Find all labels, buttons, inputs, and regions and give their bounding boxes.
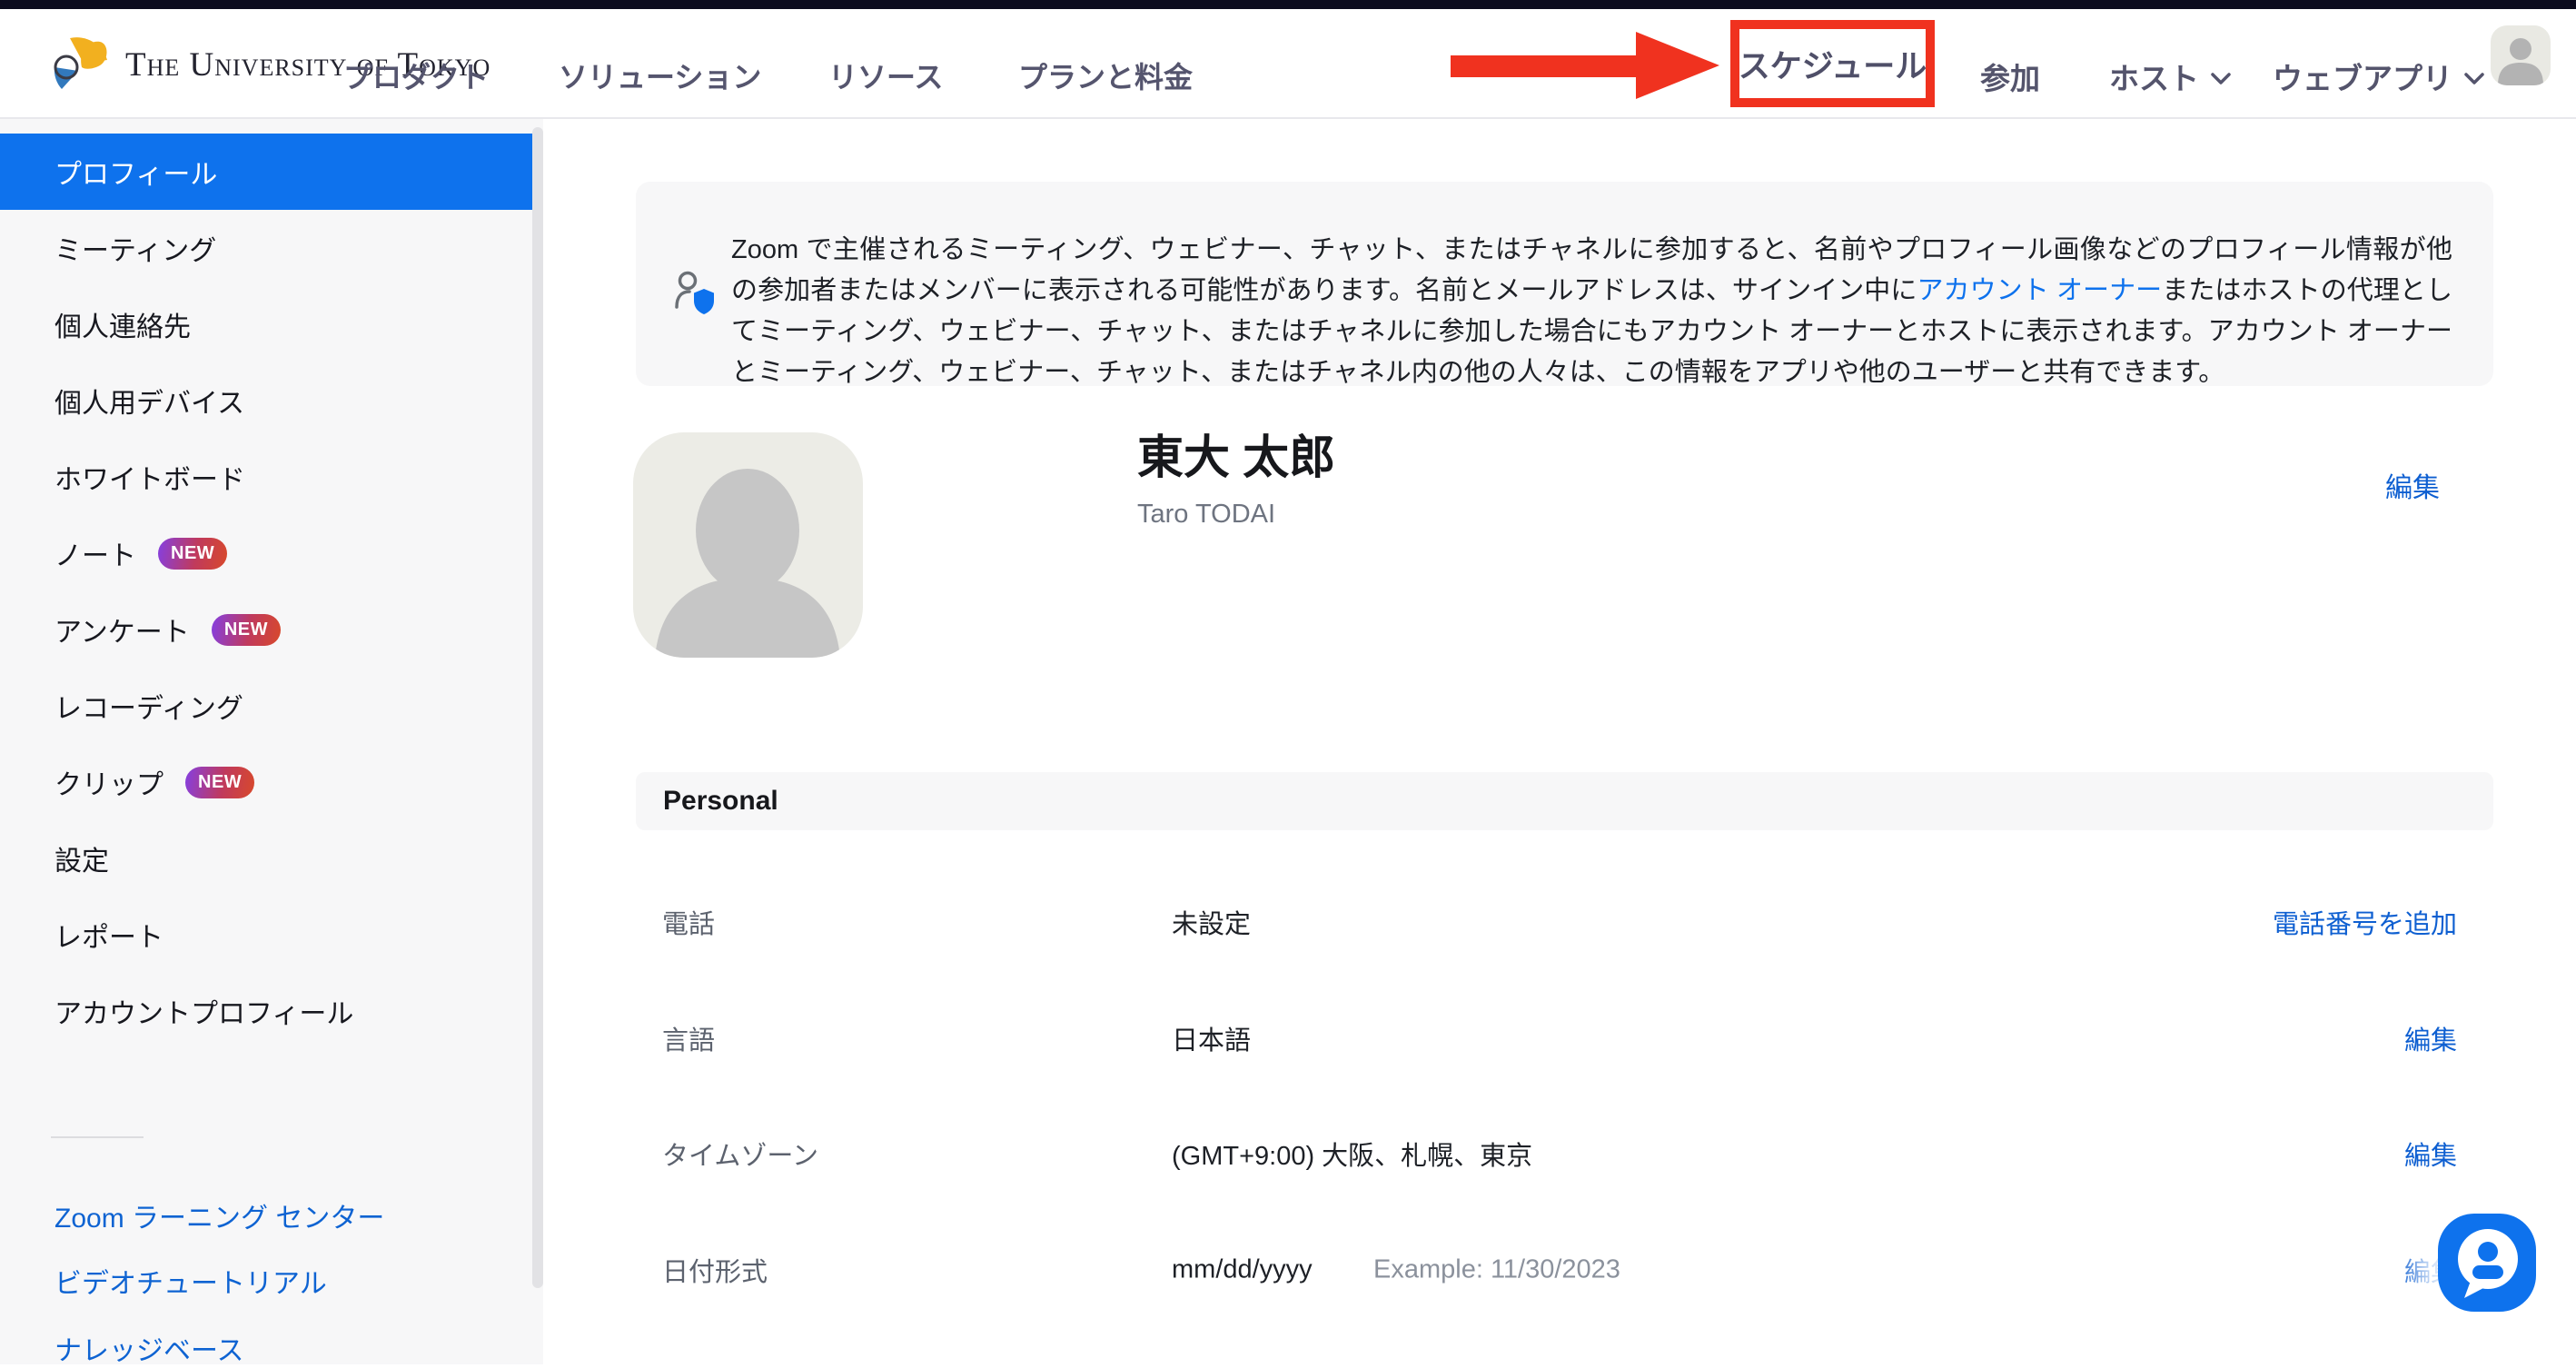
language-value: 日本語 [1172, 1019, 1251, 1057]
sidebar-link-knowledge-base[interactable]: ナレッジベース [54, 1328, 244, 1368]
account-owner-link[interactable]: アカウント オーナー [1917, 276, 2162, 305]
sidebar-item-label: レポート [54, 915, 163, 955]
sidebar-item-label: ミーティング [54, 228, 216, 268]
person-shield-privacy-icon [674, 271, 721, 326]
new-badge: NEW [185, 767, 254, 798]
nav-item-products[interactable]: プロダクト [343, 55, 489, 96]
sidebar-item-label: プロフィール [54, 152, 217, 192]
host-label: ホスト [2109, 55, 2199, 98]
nav-item-solutions[interactable]: ソリューション [559, 55, 761, 96]
phone-label: 電話 [662, 903, 715, 941]
timezone-value: (GMT+9:00) 大阪、札幌、東京 [1172, 1135, 1532, 1173]
chevron-down-icon [2210, 59, 2232, 94]
profile-picture[interactable] [633, 432, 863, 658]
sidebar-item-recordings[interactable]: レコーディング [0, 668, 543, 744]
timezone-label: タイムゾーン [662, 1135, 818, 1173]
ginkgo-logo-icon [51, 33, 111, 97]
sidebar-item-label: 設定 [54, 838, 109, 878]
person-icon [2491, 25, 2551, 85]
sidebar-item-whiteboard[interactable]: ホワイトボード [0, 439, 543, 515]
add-phone-number-link[interactable]: 電話番号を追加 [2273, 903, 2457, 941]
schedule-button-highlighted[interactable]: スケジュール [1730, 20, 1935, 107]
person-chat-bubble-icon [2438, 1214, 2536, 1312]
edit-name-link[interactable]: 編集 [2385, 465, 2440, 505]
schedule-label: スケジュール [1739, 41, 1927, 87]
sidebar-scrollbar-thumb[interactable] [532, 127, 543, 1288]
nav-item-web-app[interactable]: ウェブアプリ [2273, 55, 2485, 98]
sidebar-item-profile[interactable]: プロフィール [0, 134, 532, 210]
profile-main-content: Zoom で主催されるミーティング、ウェビナー、チャット、またはチャネルに参加す… [543, 118, 2576, 1364]
personal-section-header: Personal [636, 772, 2493, 830]
personal-section-title: Personal [663, 786, 778, 817]
date-format-value: mm/dd/yyyy [1172, 1255, 1313, 1285]
new-badge: NEW [212, 614, 281, 646]
date-format-row: 日付形式 mm/dd/yyyy Example: 11/30/2023 編集 [636, 1243, 2493, 1297]
language-label: 言語 [662, 1019, 715, 1057]
date-format-example: Example: 11/30/2023 [1373, 1255, 1620, 1285]
sidebar-item-label: アンケート [54, 610, 190, 649]
edit-timezone-link[interactable]: 編集 [2404, 1135, 2457, 1173]
sidebar-link-video-tutorials[interactable]: ビデオチュートリアル [54, 1261, 327, 1301]
top-navbar: The University of Tokyo プロダクト ソリューション リソ… [0, 9, 2576, 119]
support-chat-button[interactable] [2438, 1214, 2536, 1312]
sidebar-item-meetings[interactable]: ミーティング [0, 210, 543, 286]
red-annotation-arrow [1449, 30, 1721, 101]
chevron-down-icon [2463, 59, 2485, 94]
sidebar-item-label: アカウントプロフィール [54, 991, 353, 1031]
nav-item-join[interactable]: 参加 [1980, 55, 2040, 98]
sidebar-item-label: 個人用デバイス [54, 381, 244, 421]
sidebar-link-learning-center[interactable]: Zoom ラーニング センター [54, 1195, 384, 1235]
user-avatar-menu[interactable] [2491, 25, 2551, 85]
settings-sidebar: プロフィール ミーティング 個人連絡先 個人用デバイス ホワイトボード ノート N… [0, 118, 543, 1364]
sidebar-item-notes[interactable]: ノート NEW [0, 515, 543, 591]
webapp-label: ウェブアプリ [2273, 55, 2452, 98]
sidebar-item-settings[interactable]: 設定 [0, 820, 543, 897]
browser-top-strip [0, 0, 2576, 9]
sidebar-item-account-profile[interactable]: アカウントプロフィール [0, 973, 543, 1049]
profile-display-name: 東大 太郎 [1137, 420, 1335, 487]
sidebar-item-reports[interactable]: レポート [0, 897, 543, 973]
sidebar-item-label: ノート [54, 533, 136, 573]
phone-row: 電話 未設定 電話番号を追加 [636, 895, 2493, 949]
sidebar-item-label: クリップ [54, 762, 163, 802]
date-format-label: 日付形式 [662, 1251, 768, 1289]
privacy-info-banner: Zoom で主催されるミーティング、ウェビナー、チャット、またはチャネルに参加す… [636, 182, 2493, 386]
timezone-row: タイムゾーン (GMT+9:00) 大阪、札幌、東京 編集 [636, 1126, 2493, 1181]
sidebar-item-surveys[interactable]: アンケート NEW [0, 591, 543, 668]
sidebar-item-clips[interactable]: クリップ NEW [0, 744, 543, 820]
edit-language-link[interactable]: 編集 [2404, 1019, 2457, 1057]
nav-item-plans-pricing[interactable]: プランと料金 [1018, 55, 1193, 96]
sidebar-item-label: レコーディング [54, 686, 243, 726]
sidebar-item-personal-devices[interactable]: 個人用デバイス [0, 362, 543, 439]
sidebar-menu: プロフィール ミーティング 個人連絡先 個人用デバイス ホワイトボード ノート N… [0, 134, 543, 1049]
privacy-info-text: Zoom で主催されるミーティング、ウェビナー、チャット、またはチャネルに参加す… [731, 230, 2452, 393]
nav-item-resources[interactable]: リソース [828, 55, 943, 96]
profile-romanized-name: Taro TODAI [1137, 500, 1275, 530]
language-row: 言語 日本語 編集 [636, 1011, 2493, 1066]
nav-item-host[interactable]: ホスト [2109, 55, 2232, 98]
person-silhouette-icon [633, 432, 863, 658]
sidebar-item-label: 個人連絡先 [54, 304, 191, 344]
sidebar-divider [51, 1136, 144, 1138]
sidebar-item-label: ホワイトボード [54, 457, 245, 497]
sidebar-item-personal-contacts[interactable]: 個人連絡先 [0, 286, 543, 362]
phone-value: 未設定 [1172, 903, 1251, 941]
new-badge: NEW [158, 538, 227, 570]
